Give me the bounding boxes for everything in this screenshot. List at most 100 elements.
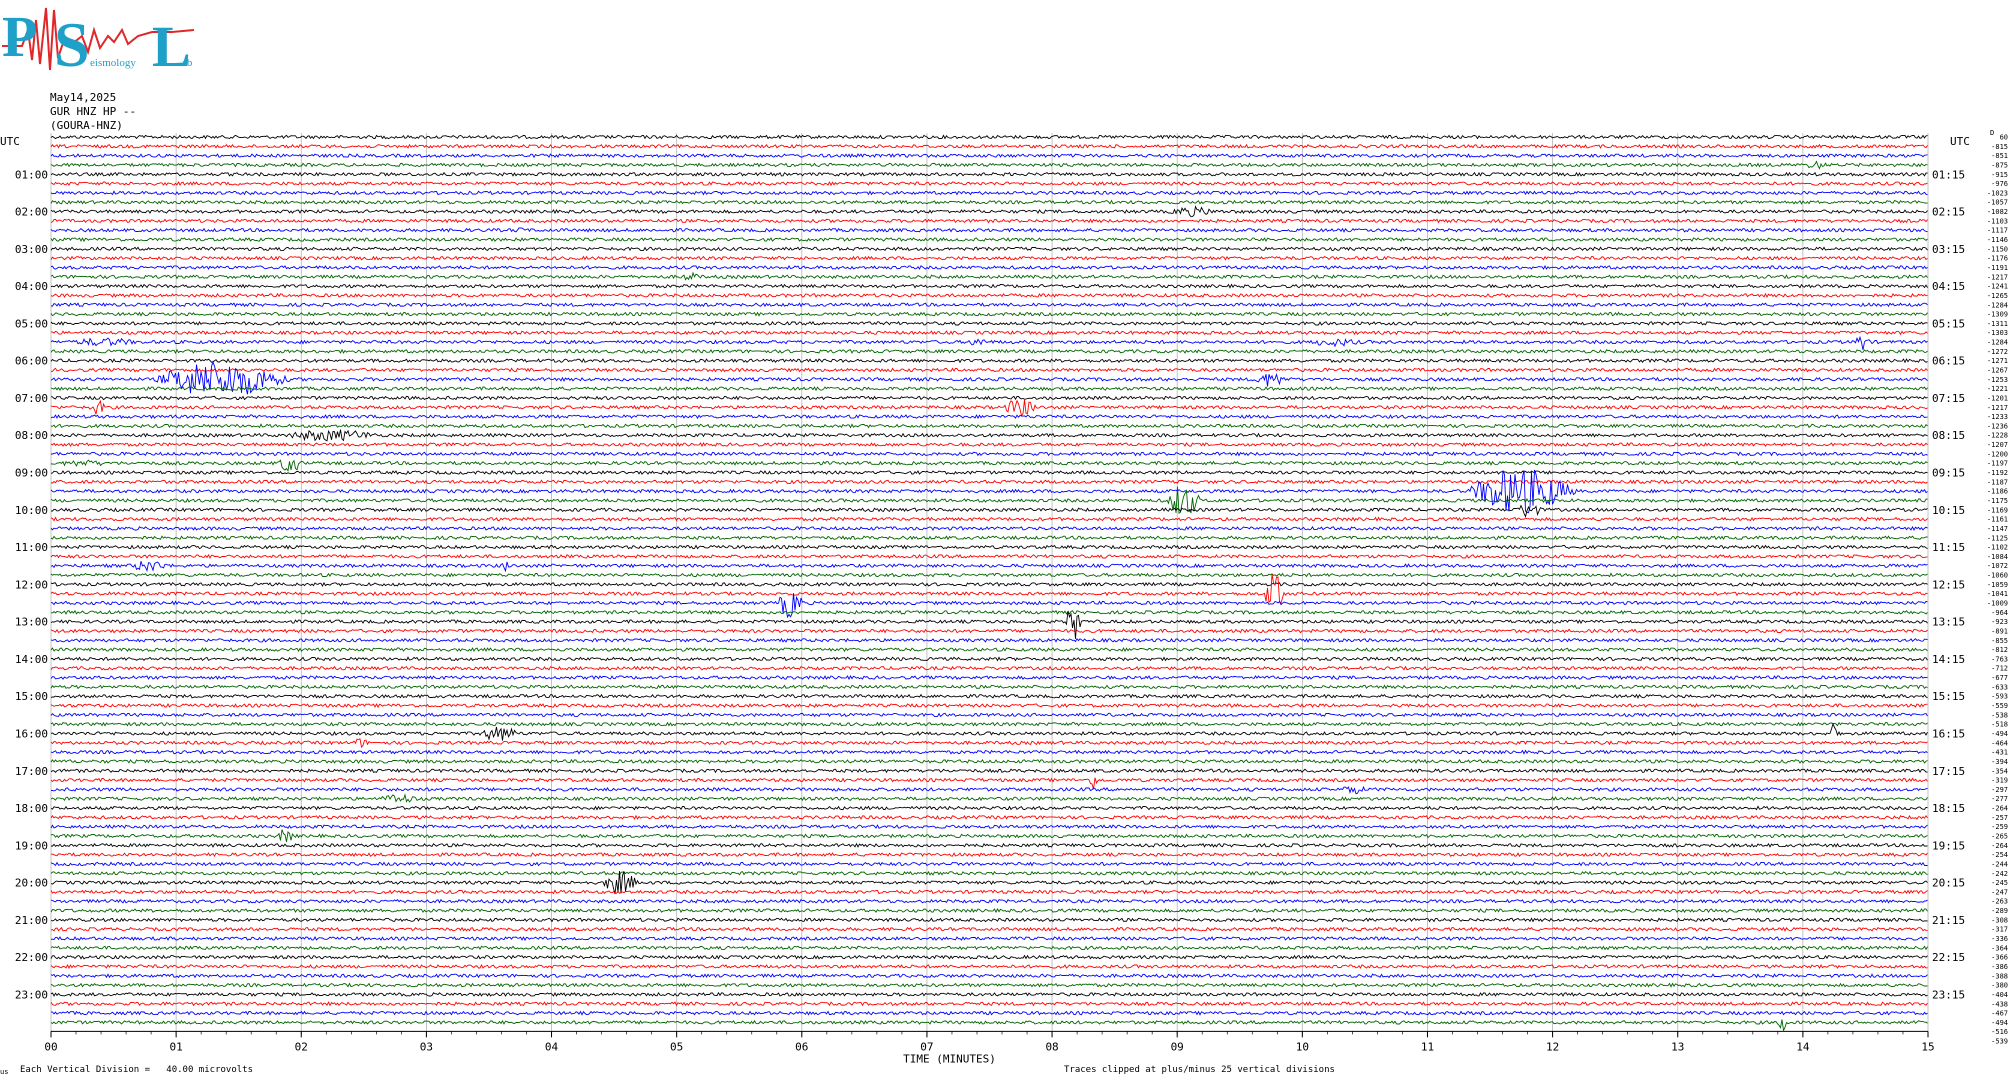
trace-row xyxy=(50,908,1928,914)
dc-offset-value: -1284 xyxy=(1987,301,2008,309)
dc-offset-value: -1236 xyxy=(1987,422,2008,430)
dc-offset-value: -1125 xyxy=(1987,534,2008,542)
dc-offset-header: D xyxy=(1990,129,1994,137)
dc-offset-value: -1060 xyxy=(1987,572,2008,580)
dc-offset-value: -855 xyxy=(1991,637,2008,645)
hour-label-left: 06:00 xyxy=(15,355,48,368)
trace-row xyxy=(50,535,1928,541)
dc-offset-value: -1057 xyxy=(1987,199,2008,207)
hour-label-right: 19:15 xyxy=(1932,839,1965,852)
hour-label-left: 14:00 xyxy=(15,653,48,666)
x-tick-label: 15 xyxy=(1921,1040,1934,1053)
trace-row xyxy=(50,1001,1928,1007)
dc-offset-value: -1102 xyxy=(1987,544,2008,552)
dc-offset-value: -976 xyxy=(1991,180,2008,188)
dc-offset-value: -1221 xyxy=(1987,385,2008,393)
dc-offset-value: -712 xyxy=(1991,665,2008,673)
dc-offset-value: -1271 xyxy=(1987,357,2008,365)
trace-row xyxy=(50,814,1928,820)
x-tick-label: 11 xyxy=(1421,1040,1434,1053)
trace-row xyxy=(50,469,1928,514)
trace-row xyxy=(50,395,1928,401)
hour-label-right: 16:15 xyxy=(1932,727,1965,740)
hour-label-right: 17:15 xyxy=(1932,765,1965,778)
dc-offset-value: -1311 xyxy=(1987,320,2008,328)
trace-row xyxy=(50,665,1928,671)
dc-offset-value: -247 xyxy=(1991,888,2008,896)
dc-offset-value: -1169 xyxy=(1987,506,2008,514)
dc-offset-value: -264 xyxy=(1991,842,2008,850)
trace-row xyxy=(50,982,1928,988)
dc-offset-value: -1023 xyxy=(1987,189,2008,197)
trace-row xyxy=(50,609,1928,615)
dc-offset-value: -538 xyxy=(1991,711,2008,719)
x-tick-label: 08 xyxy=(1045,1040,1058,1053)
dc-offset-value: -812 xyxy=(1991,646,2008,654)
hour-label-right: 10:15 xyxy=(1932,504,1965,517)
dc-offset-value: -394 xyxy=(1991,758,2008,766)
trace-row xyxy=(50,861,1928,867)
hour-label-left: 23:00 xyxy=(15,988,48,1001)
hour-label-right: 18:15 xyxy=(1932,802,1965,815)
hour-label-right: 23:15 xyxy=(1932,988,1965,1001)
dc-offset-value: -1241 xyxy=(1987,283,2008,291)
dc-offset-value: -1192 xyxy=(1987,469,2008,477)
trace-row xyxy=(50,246,1928,252)
trace-row xyxy=(51,451,1928,457)
trace-row xyxy=(50,171,1928,177)
dc-offset-value: -516 xyxy=(1991,1028,2008,1036)
trace-row xyxy=(50,181,1928,187)
trace-row xyxy=(50,777,1928,790)
hour-label-right: 11:15 xyxy=(1932,541,1965,554)
trace-row xyxy=(50,917,1928,923)
trace-row xyxy=(50,1019,1928,1033)
trace-row xyxy=(50,722,1928,741)
trace-row xyxy=(50,749,1928,755)
dc-offset-value: -404 xyxy=(1991,991,2008,999)
dc-offset-value: -319 xyxy=(1991,777,2008,785)
trace-row xyxy=(50,610,1928,639)
trace-row xyxy=(50,703,1928,709)
trace-row xyxy=(50,442,1928,448)
hour-label-right: 13:15 xyxy=(1932,616,1965,629)
dc-offset-value: -1265 xyxy=(1987,292,2008,300)
dc-offset-value: -431 xyxy=(1991,749,2008,757)
trace-row xyxy=(50,459,1928,472)
dc-offset-value: -257 xyxy=(1991,814,2008,822)
dc-offset-value: -336 xyxy=(1991,935,2008,943)
trace-row xyxy=(50,386,1928,392)
dc-offset-value: -254 xyxy=(1991,851,2008,859)
dc-offset-value: -297 xyxy=(1991,786,2008,794)
trace-row xyxy=(50,898,1928,904)
hour-label-left: 12:00 xyxy=(15,578,48,591)
hour-label-right: 04:15 xyxy=(1932,280,1965,293)
dc-offset-value: -1103 xyxy=(1987,217,2008,225)
dc-offset-value: -265 xyxy=(1991,833,2008,841)
dc-offset-value: -289 xyxy=(1991,907,2008,915)
trace-row xyxy=(50,572,1928,578)
dc-offset-value: -1200 xyxy=(1987,450,2008,458)
hour-label-right: 15:15 xyxy=(1932,690,1965,703)
trace-row xyxy=(50,936,1928,942)
trace-row xyxy=(51,504,1928,518)
trace-row xyxy=(50,414,1928,420)
hour-label-right: 08:15 xyxy=(1932,429,1965,442)
dc-offset-value: -1197 xyxy=(1987,460,2008,468)
trace-row xyxy=(50,581,1928,587)
hour-label-right: 05:15 xyxy=(1932,317,1965,330)
dc-offset-value: -1217 xyxy=(1987,273,2008,281)
dc-offset-value: -593 xyxy=(1991,693,2008,701)
hour-label-left: 20:00 xyxy=(15,877,48,890)
dc-offset-value: -1303 xyxy=(1987,329,2008,337)
trace-row xyxy=(50,271,1928,281)
dc-offset-value: -494 xyxy=(1991,1019,2008,1027)
x-tick-label: 06 xyxy=(795,1040,808,1053)
trace-row xyxy=(50,302,1928,308)
x-tick-label: 05 xyxy=(670,1040,683,1053)
x-axis-title: TIME (MINUTES) xyxy=(903,1052,996,1065)
x-tick-label: 12 xyxy=(1546,1040,1559,1053)
trace-row xyxy=(50,479,1928,485)
x-tick-label: 09 xyxy=(1171,1040,1184,1053)
trace-row xyxy=(50,684,1928,690)
dc-offset-value: -1084 xyxy=(1987,553,2008,561)
